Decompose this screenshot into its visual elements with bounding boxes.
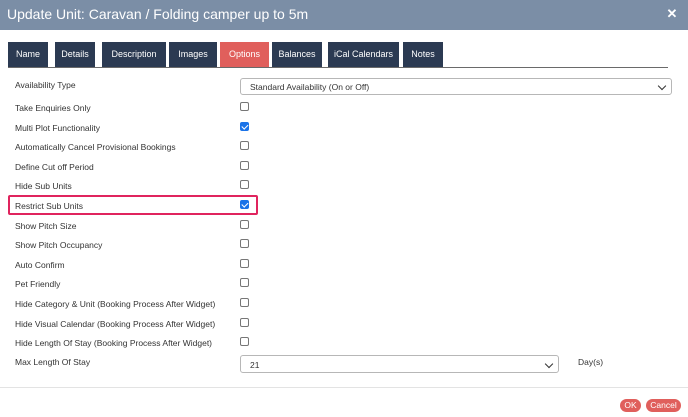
availability-type-value: Standard Availability (On or Off): [250, 82, 370, 92]
hide-category-unit-checkbox[interactable]: [240, 298, 249, 307]
tab-ical-calendars[interactable]: iCal Calendars: [328, 42, 399, 67]
take-enquiries-only-checkbox[interactable]: [240, 102, 249, 111]
option-row-define-cut-off-period: Define Cut off Period: [0, 160, 688, 180]
option-label: Show Pitch Size: [15, 220, 77, 231]
tab-balances[interactable]: Balances: [272, 42, 322, 67]
footer-divider: [0, 387, 688, 388]
restrict-sub-units-checkbox[interactable]: [240, 200, 249, 209]
max-stay-select[interactable]: 21: [240, 355, 559, 373]
option-row-hide-visual-calendar: Hide Visual Calendar (Booking Process Af…: [0, 317, 688, 337]
option-label: Hide Sub Units: [15, 181, 72, 192]
option-label: Hide Length Of Stay (Booking Process Aft…: [15, 338, 213, 349]
max-stay-label: Max Length Of Stay: [15, 357, 91, 367]
chevron-down-icon: [544, 359, 554, 369]
show-pitch-occupancy-checkbox[interactable]: [240, 239, 249, 249]
hide-visual-calendar-checkbox[interactable]: [240, 317, 249, 327]
multi-plot-functionality-checkbox[interactable]: [240, 121, 249, 131]
hide-length-of-stay-checkbox[interactable]: [240, 337, 249, 347]
auto-cancel-provisional-checkbox[interactable]: [240, 141, 249, 151]
option-row-auto-cancel-provisional: Automatically Cancel Provisional Booking…: [0, 140, 688, 160]
availability-type-select[interactable]: Standard Availability (On or Off): [240, 78, 672, 95]
pet-friendly-checkbox[interactable]: [240, 278, 249, 288]
option-label: Hide Category & Unit (Booking Process Af…: [15, 299, 216, 309]
option-label: Multi Plot Functionality: [15, 122, 101, 133]
option-row-show-pitch-size: Show Pitch Size: [0, 219, 688, 239]
option-label: Define Cut off Period: [15, 161, 94, 172]
tabs-divider: [8, 67, 668, 68]
option-label: Auto Confirm: [15, 259, 65, 270]
option-label: Pet Friendly: [15, 279, 61, 290]
max-stay-unit: Day(s): [578, 357, 604, 367]
tab-description[interactable]: Description: [102, 42, 166, 67]
define-cut-off-period-checkbox[interactable]: [240, 160, 249, 170]
option-row-hide-sub-units: Hide Sub Units: [0, 179, 688, 199]
option-label: Automatically Cancel Provisional Booking…: [15, 142, 176, 153]
option-row-restrict-sub-units: Restrict Sub Units: [0, 199, 688, 219]
option-row-pet-friendly: Pet Friendly: [0, 277, 688, 297]
tab-options[interactable]: Options: [220, 42, 269, 67]
option-label: Show Pitch Occupancy: [15, 240, 103, 251]
max-stay-value: 21: [250, 360, 260, 370]
option-label: Take Enquiries Only: [15, 103, 91, 113]
dialog-title: Update Unit: Caravan / Folding camper up…: [7, 6, 309, 22]
option-row-hide-category-unit: Hide Category & Unit (Booking Process Af…: [0, 297, 688, 317]
option-row-take-enquiries-only: Take Enquiries Only: [0, 101, 688, 121]
option-label: Restrict Sub Units: [15, 201, 84, 211]
cancel-button[interactable]: Cancel: [646, 399, 681, 412]
close-icon[interactable]: ✕: [665, 6, 679, 22]
tab-name[interactable]: Name: [8, 42, 48, 67]
option-row-hide-length-of-stay: Hide Length Of Stay (Booking Process Aft…: [0, 336, 688, 356]
option-row-multi-plot-functionality: Multi Plot Functionality: [0, 121, 688, 141]
option-row-auto-confirm: Auto Confirm: [0, 258, 688, 278]
option-label: Hide Visual Calendar (Booking Process Af…: [15, 318, 216, 329]
availability-type-label: Availability Type: [15, 80, 76, 90]
tab-details[interactable]: Details: [55, 42, 95, 67]
show-pitch-size-checkbox[interactable]: [240, 219, 249, 229]
tab-images[interactable]: Images: [169, 42, 217, 67]
option-row-show-pitch-occupancy: Show Pitch Occupancy: [0, 238, 688, 258]
ok-button[interactable]: OK: [620, 399, 641, 412]
chevron-down-icon: [657, 81, 667, 91]
tab-notes[interactable]: Notes: [403, 42, 443, 67]
dialog-titlebar: Update Unit: Caravan / Folding camper up…: [0, 0, 688, 30]
auto-confirm-checkbox[interactable]: [240, 258, 249, 268]
hide-sub-units-checkbox[interactable]: [240, 180, 249, 190]
